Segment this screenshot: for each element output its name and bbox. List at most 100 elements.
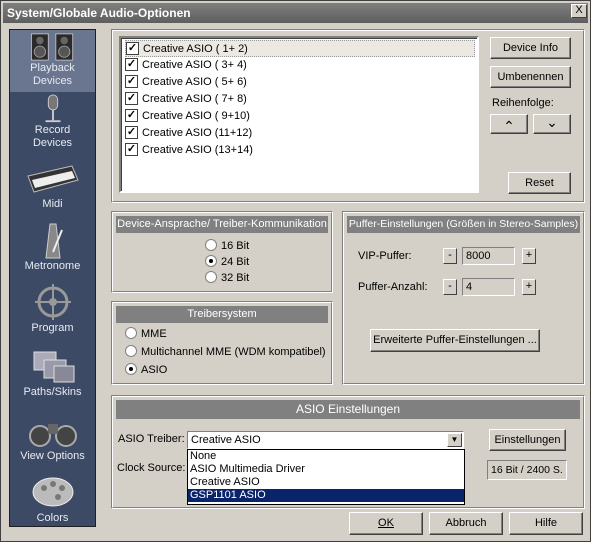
checkbox[interactable]: ✓	[126, 41, 139, 55]
list-item-label: Creative ASIO (11+12)	[142, 127, 253, 139]
window-title: System/Globale Audio-Optionen	[7, 6, 191, 20]
asio-title: ASIO Einstellungen	[116, 400, 580, 419]
asio-driver-label: ASIO Treiber:	[118, 433, 185, 445]
sidebar: Playback Devices Record Devices Midi Met…	[9, 29, 96, 527]
move-down-button[interactable]: ⌄	[533, 114, 571, 134]
sidebar-item-playback-devices[interactable]: Playback Devices	[10, 30, 95, 92]
radio-button[interactable]	[125, 363, 137, 376]
radio-button[interactable]	[125, 345, 137, 358]
sidebar-item-label: Metronome	[24, 260, 81, 272]
sidebar-item-program[interactable]: Program	[10, 282, 95, 340]
radio-label: ASIO	[141, 364, 168, 376]
bit-depth-title: Device-Ansprache/ Treiber-Kommunikation	[116, 216, 328, 233]
checkbox[interactable]: ✓	[125, 108, 138, 122]
buffer-count-label: Puffer-Anzahl:	[358, 281, 428, 293]
radio-label: 32 Bit	[221, 272, 250, 284]
radio-asio[interactable]: ASIO	[125, 362, 167, 378]
radio-label: 16 Bit	[221, 240, 250, 252]
list-item-label: Creative ASIO ( 1+ 2)	[143, 43, 248, 55]
radio-32bit[interactable]: 32 Bit	[205, 270, 249, 286]
list-item-label: Creative ASIO ( 7+ 8)	[142, 93, 247, 105]
keyboard-icon	[26, 165, 79, 193]
radio-button[interactable]	[205, 271, 217, 284]
vip-buffer-label: VIP-Puffer:	[358, 250, 412, 262]
asio-driver-value: Creative ASIO	[191, 434, 261, 446]
list-item[interactable]: ✓ Creative ASIO ( 5+ 6)	[125, 74, 475, 91]
checkbox[interactable]: ✓	[125, 57, 138, 71]
vip-minus-button[interactable]: -	[443, 248, 457, 264]
checkbox[interactable]: ✓	[125, 74, 138, 88]
checkbox[interactable]: ✓	[125, 91, 138, 105]
sidebar-item-label: Devices	[32, 137, 73, 149]
list-item-label: Creative ASIO ( 5+ 6)	[142, 76, 247, 88]
chevron-down-icon[interactable]: ▼	[447, 433, 462, 447]
radio-16bit[interactable]: 16 Bit	[205, 238, 249, 254]
advanced-buffer-button[interactable]: Erweiterte Puffer-Einstellungen ...	[370, 329, 540, 352]
list-item[interactable]: ✓ Creative ASIO ( 9+10)	[125, 108, 475, 125]
radio-label: MME	[141, 328, 167, 340]
move-up-button[interactable]: ⌃	[490, 114, 528, 134]
radio-mme[interactable]: MME	[125, 326, 167, 342]
buffer-panel: Puffer-Einstellungen (Größen in Stereo-S…	[342, 211, 585, 385]
sidebar-item-label: Devices	[32, 75, 73, 87]
clock-source-label: Clock Source:	[117, 462, 186, 474]
radio-label: 24 Bit	[221, 256, 250, 268]
ok-button[interactable]: OK	[349, 512, 423, 535]
radio-24bit[interactable]: 24 Bit	[205, 254, 249, 270]
vip-buffer-field[interactable]: 8000	[462, 247, 515, 265]
ship-wheel-icon	[34, 284, 71, 320]
list-item-label: Creative ASIO ( 3+ 4)	[142, 59, 247, 71]
buffer-title: Puffer-Einstellungen (Größen in Stereo-S…	[347, 216, 580, 233]
sidebar-item-record-devices[interactable]: Record Devices	[10, 94, 95, 154]
sidebar-item-midi[interactable]: Midi	[10, 158, 95, 216]
list-item[interactable]: ✓ Creative ASIO ( 1+ 2)	[125, 40, 475, 57]
list-item[interactable]: ✓ Creative ASIO ( 7+ 8)	[125, 91, 475, 108]
rename-button[interactable]: Umbenennen	[490, 66, 571, 88]
checkbox[interactable]: ✓	[125, 125, 138, 139]
sidebar-item-metronome[interactable]: Metronome	[10, 220, 95, 278]
reset-button[interactable]: Reset	[508, 172, 571, 194]
radio-multichannel-mme[interactable]: Multichannel MME (WDM kompatibel)	[125, 344, 326, 360]
sidebar-item-label: View Options	[20, 450, 85, 462]
cancel-button[interactable]: Abbruch	[429, 512, 503, 535]
sidebar-item-label: Midi	[42, 198, 63, 210]
close-button[interactable]: X	[571, 4, 587, 18]
dropdown-option[interactable]: Creative ASIO	[188, 476, 464, 489]
asio-settings-button[interactable]: Einstellungen	[489, 429, 566, 451]
dropdown-option[interactable]: None	[188, 450, 464, 463]
list-item[interactable]: ✓ Creative ASIO (13+14)	[125, 142, 475, 159]
radio-label: Multichannel MME (WDM kompatibel)	[141, 346, 326, 358]
vip-plus-button[interactable]: +	[522, 248, 536, 264]
count-plus-button[interactable]: +	[522, 279, 536, 295]
radio-button[interactable]	[205, 255, 217, 268]
list-item[interactable]: ✓ Creative ASIO ( 3+ 4)	[125, 57, 475, 74]
palette-icon	[32, 477, 73, 507]
checkbox[interactable]: ✓	[125, 142, 138, 156]
asio-driver-dropdown: None ASIO Multimedia Driver Creative ASI…	[187, 449, 465, 505]
count-minus-button[interactable]: -	[443, 279, 457, 295]
sidebar-item-paths-skins[interactable]: Paths/Skins	[10, 346, 95, 404]
sidebar-item-label: Colors	[36, 512, 69, 524]
device-info-button[interactable]: Device Info	[490, 37, 571, 59]
speakers-icon	[30, 33, 73, 61]
asio-format-display: 16 Bit / 2400 S.	[487, 460, 567, 480]
asio-driver-select[interactable]: Creative ASIO ▼	[187, 431, 464, 449]
radio-button[interactable]	[125, 327, 137, 340]
dropdown-option[interactable]: GSP1101 ASIO	[188, 489, 464, 502]
device-list[interactable]: ✓ Creative ASIO ( 1+ 2) ✓ Creative ASIO ( …	[119, 36, 479, 193]
help-button[interactable]: Hilfe	[509, 512, 583, 535]
binoculars-icon	[28, 424, 77, 447]
dropdown-option[interactable]: ASIO Multimedia Driver	[188, 463, 464, 476]
ok-label: OK	[378, 517, 394, 529]
radio-button[interactable]	[205, 239, 217, 252]
title-bar: System/Globale Audio-Optionen	[3, 3, 588, 23]
sidebar-item-colors[interactable]: Colors	[10, 472, 95, 526]
order-label: Reihenfolge:	[492, 97, 554, 109]
sidebar-item-view-options[interactable]: View Options	[10, 410, 95, 468]
list-item[interactable]: ✓ Creative ASIO (11+12)	[125, 125, 475, 142]
sidebar-item-label: Record	[34, 124, 71, 136]
list-item-label: Creative ASIO ( 9+10)	[142, 110, 250, 122]
buffer-count-field[interactable]: 4	[462, 278, 515, 296]
cancel-label: Abbruch	[445, 517, 487, 529]
microphone-icon	[45, 94, 60, 123]
